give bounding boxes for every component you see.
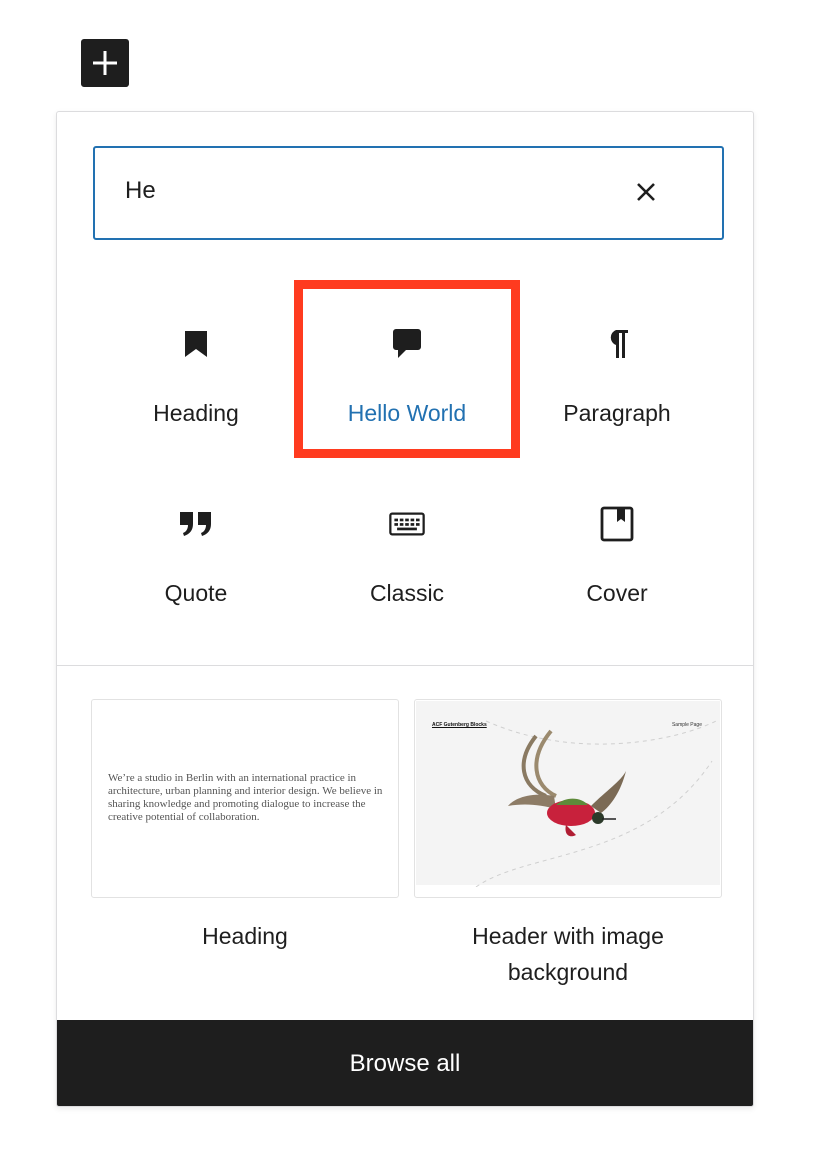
hummingbird-image bbox=[475, 720, 717, 887]
pattern-header-image-background[interactable]: ACF Gutenberg Blocks Sample Page Header … bbox=[414, 699, 722, 990]
block-classic[interactable]: Classic bbox=[302, 468, 512, 628]
block-paragraph[interactable]: Paragraph bbox=[512, 288, 722, 448]
block-label: Hello World bbox=[347, 400, 467, 426]
header-image-preview: ACF Gutenberg Blocks Sample Page bbox=[416, 701, 720, 887]
bookmark-icon bbox=[178, 326, 214, 362]
pattern-preview[interactable]: ACF Gutenberg Blocks Sample Page bbox=[414, 699, 722, 898]
block-quote[interactable]: Quote bbox=[91, 468, 301, 628]
block-cover[interactable]: Cover bbox=[512, 468, 722, 628]
browse-all-button[interactable]: Browse all bbox=[57, 1020, 753, 1106]
add-block-button[interactable] bbox=[81, 39, 129, 87]
block-label: Heading bbox=[153, 400, 239, 426]
pattern-preview[interactable]: We’re a studio in Berlin with an interna… bbox=[91, 699, 399, 898]
block-heading[interactable]: Heading bbox=[91, 288, 301, 448]
block-hello-world[interactable]: Hello World bbox=[302, 288, 512, 448]
plus-icon bbox=[93, 51, 117, 75]
preview-text: We’re a studio in Berlin with an interna… bbox=[108, 772, 383, 823]
speech-bubble-icon bbox=[389, 326, 425, 362]
search-field[interactable]: He bbox=[93, 146, 724, 240]
block-label: Cover bbox=[586, 580, 648, 606]
section-divider bbox=[57, 665, 753, 666]
close-icon[interactable] bbox=[632, 178, 660, 206]
block-label: Quote bbox=[164, 580, 228, 606]
block-label: Classic bbox=[369, 580, 445, 606]
block-label: Paragraph bbox=[563, 400, 671, 426]
pattern-label: Header with image background bbox=[472, 923, 664, 985]
pattern-heading[interactable]: We’re a studio in Berlin with an interna… bbox=[91, 699, 399, 954]
cover-icon bbox=[599, 506, 635, 542]
pattern-label: Heading bbox=[202, 923, 288, 949]
search-input[interactable]: He bbox=[125, 177, 156, 205]
block-inserter-panel: He Heading Hello World Paragraph Quote C… bbox=[56, 111, 754, 1107]
quote-icon bbox=[178, 506, 214, 542]
pilcrow-icon bbox=[599, 326, 635, 362]
keyboard-icon bbox=[389, 506, 425, 542]
